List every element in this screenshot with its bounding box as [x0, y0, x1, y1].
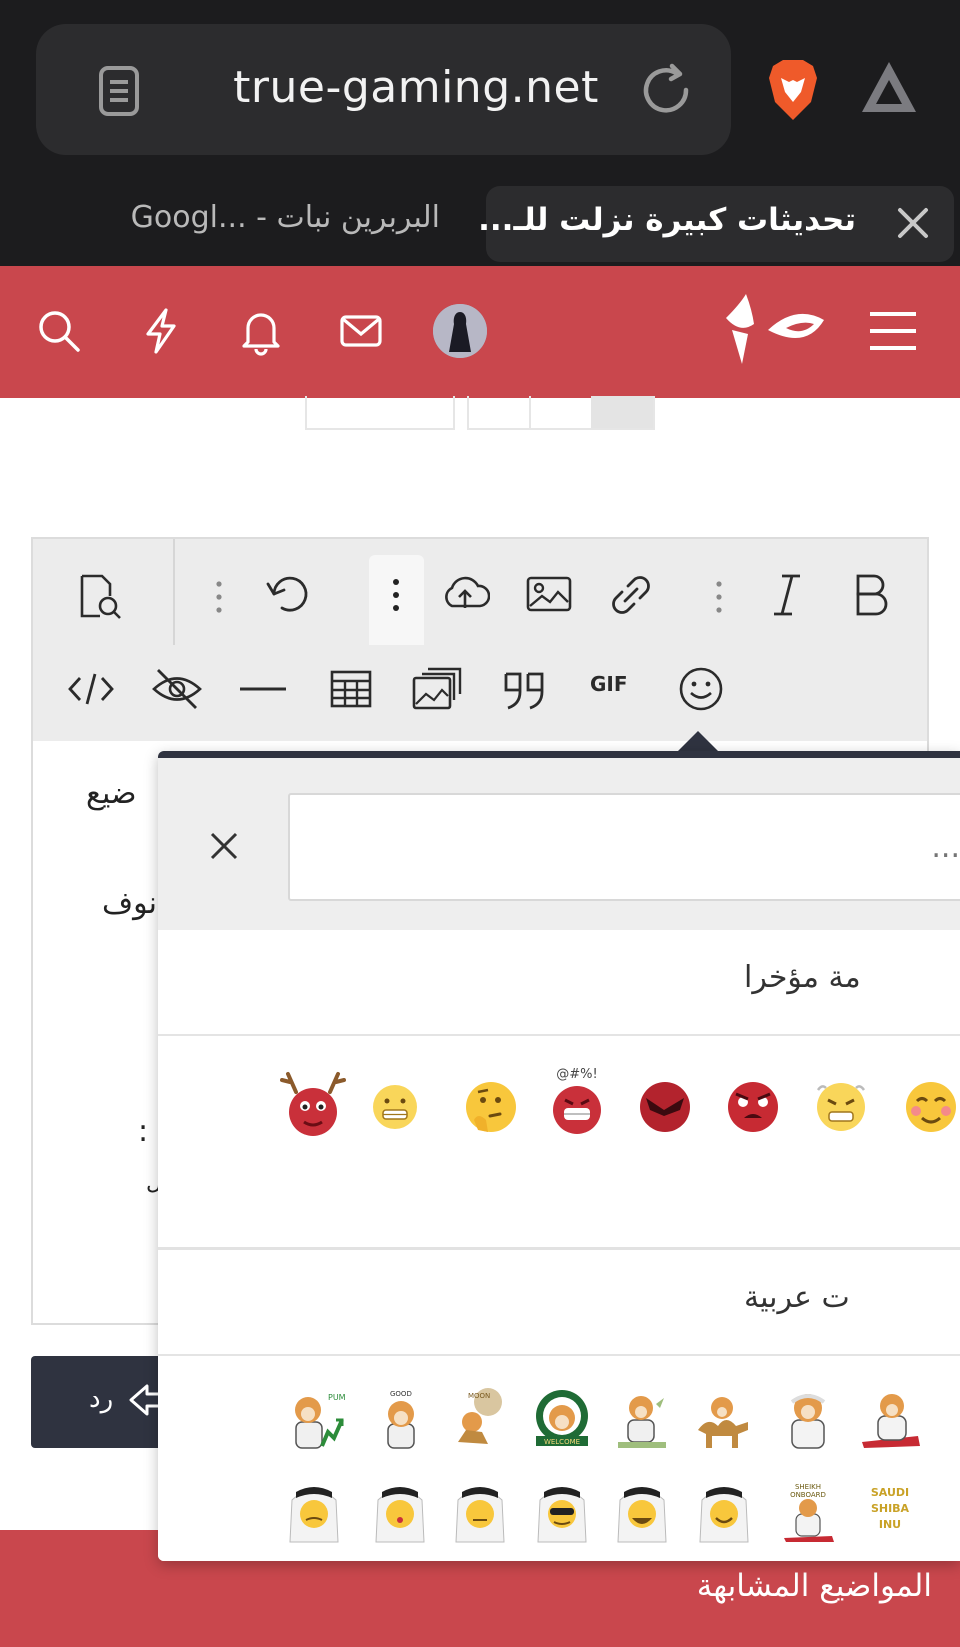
- svg-text:WELCOME: WELCOME: [544, 1438, 580, 1446]
- shiba-good-sticker[interactable]: GOOD: [368, 1386, 432, 1450]
- site-logo[interactable]: [706, 290, 826, 370]
- recent-section-header: مة مؤخرا: [158, 930, 960, 1036]
- sheikh-onboard-sticker[interactable]: SHEIKH ONBOARD: [776, 1480, 840, 1544]
- partial-pagination[interactable]: [467, 396, 655, 430]
- table-icon[interactable]: [326, 664, 376, 714]
- svg-text:@#%!: @#%!: [556, 1067, 597, 1082]
- saudi-cool-sticker[interactable]: [530, 1480, 594, 1544]
- close-icon[interactable]: [208, 830, 240, 862]
- tab-active-title: تحديثات كبيرة نزلت للـ...: [478, 202, 856, 238]
- image-icon[interactable]: [524, 570, 574, 620]
- lightning-icon[interactable]: [136, 306, 186, 356]
- undo-icon[interactable]: [264, 570, 314, 620]
- editor-text-fragment: نوف: [102, 886, 157, 921]
- gif-button[interactable]: GIF: [590, 672, 628, 696]
- menu-icon[interactable]: [868, 310, 918, 352]
- toolbar-divider: [173, 539, 175, 645]
- blushing-emoji[interactable]: [900, 1076, 960, 1138]
- shiba-moon-sticker[interactable]: MOON: [448, 1386, 512, 1450]
- emoji-popup-header: [158, 758, 960, 930]
- avatar[interactable]: [433, 304, 487, 358]
- saudi-neutral-sticker[interactable]: [448, 1480, 512, 1544]
- swearing-emoji[interactable]: @#%!: [548, 1064, 606, 1138]
- recent-emoji-grid: @#%!: [158, 1036, 960, 1250]
- more-insert-icon[interactable]: [371, 570, 421, 620]
- link-icon[interactable]: [606, 570, 656, 620]
- shiba-saudi-sticker[interactable]: [776, 1386, 840, 1450]
- reindeer-emoji[interactable]: [278, 1070, 348, 1140]
- svg-text:SHIBA: SHIBA: [871, 1502, 910, 1515]
- gallery-icon[interactable]: [412, 664, 462, 714]
- saudi-shiba-inu-sticker[interactable]: SAUDI SHIBA INU: [858, 1480, 922, 1544]
- more-format-icon[interactable]: [694, 572, 744, 622]
- code-icon[interactable]: [66, 664, 116, 714]
- upload-icon[interactable]: [440, 570, 491, 620]
- partial-control[interactable]: [305, 396, 455, 430]
- shiba-carpet-sticker[interactable]: [858, 1386, 922, 1450]
- shiba-money-sticker[interactable]: [610, 1386, 674, 1450]
- emoji-search-input[interactable]: [300, 805, 960, 889]
- saudi-smile-sticker[interactable]: [692, 1480, 756, 1544]
- thinking-emoji[interactable]: [460, 1076, 522, 1138]
- bold-icon[interactable]: [846, 570, 896, 620]
- popup-caret: [678, 731, 718, 751]
- more-options-icon[interactable]: [194, 572, 244, 622]
- shiba-camel-sticker[interactable]: [692, 1386, 756, 1450]
- bell-icon[interactable]: [236, 306, 286, 356]
- saudi-kiss-sticker[interactable]: [368, 1480, 432, 1544]
- svg-text:ONBOARD: ONBOARD: [790, 1491, 826, 1499]
- shiba-welcome-sticker[interactable]: WELCOME: [530, 1386, 594, 1450]
- shiba-pump-sticker[interactable]: PUMP: [282, 1386, 351, 1450]
- rewards-triangle-icon[interactable]: [858, 58, 920, 120]
- reload-icon[interactable]: [636, 60, 696, 120]
- address-bar[interactable]: true-gaming.net: [36, 24, 731, 155]
- reader-mode-icon[interactable]: [92, 64, 146, 118]
- arabic-sticker-grid: PUMP GOOD MOON WELCOME: [158, 1356, 960, 1561]
- frustrated-emoji[interactable]: [810, 1076, 872, 1138]
- svg-text:GOOD: GOOD: [390, 1390, 412, 1398]
- brave-shield-icon[interactable]: [765, 58, 821, 122]
- horizontal-rule-icon[interactable]: [238, 664, 288, 714]
- spoiler-icon[interactable]: [152, 664, 202, 714]
- close-tab-icon[interactable]: [890, 200, 936, 246]
- grimace-emoji[interactable]: [370, 1082, 420, 1132]
- arabic-section-label: ت عربية: [744, 1280, 850, 1315]
- smilies-icon[interactable]: [676, 664, 726, 714]
- italic-icon[interactable]: [762, 570, 812, 620]
- arabic-section-header: ت عربية: [158, 1250, 960, 1356]
- svg-text:INU: INU: [879, 1518, 901, 1531]
- similar-threads-label: المواضيع المشابهة: [696, 1568, 932, 1604]
- preview-icon[interactable]: [76, 572, 126, 622]
- tab-active[interactable]: تحديثات كبيرة نزلت للـ...: [478, 186, 954, 262]
- angry-red-emoji[interactable]: [722, 1076, 784, 1138]
- mail-icon[interactable]: [336, 306, 386, 356]
- tab-inactive[interactable]: البربرين نبات - ...Googl: [40, 200, 440, 235]
- saudi-laugh-sticker[interactable]: [610, 1480, 674, 1544]
- url-text[interactable]: true-gaming.net: [216, 62, 616, 113]
- browser-chrome: true-gaming.net البربرين نبات - ...Googl…: [0, 0, 960, 266]
- quote-icon[interactable]: [500, 664, 550, 714]
- emoji-search-field[interactable]: [288, 793, 960, 901]
- saudi-man-sticker[interactable]: [282, 1480, 346, 1544]
- angry-devil-emoji[interactable]: [634, 1076, 696, 1138]
- svg-text:SAUDI: SAUDI: [871, 1486, 909, 1499]
- search-icon[interactable]: [34, 306, 84, 356]
- svg-text:PUMP: PUMP: [328, 1393, 346, 1402]
- svg-text:MOON: MOON: [468, 1392, 490, 1400]
- recent-section-label: مة مؤخرا: [744, 960, 861, 995]
- editor-text-fragment: :: [138, 1114, 149, 1149]
- editor-text-fragment: ضيع: [86, 776, 137, 811]
- reply-button-label: رد: [89, 1384, 114, 1414]
- emoji-popup: مة مؤخرا @#%! ت عربية PUMP: [158, 751, 960, 1561]
- svg-text:SHEIKH: SHEIKH: [795, 1483, 821, 1491]
